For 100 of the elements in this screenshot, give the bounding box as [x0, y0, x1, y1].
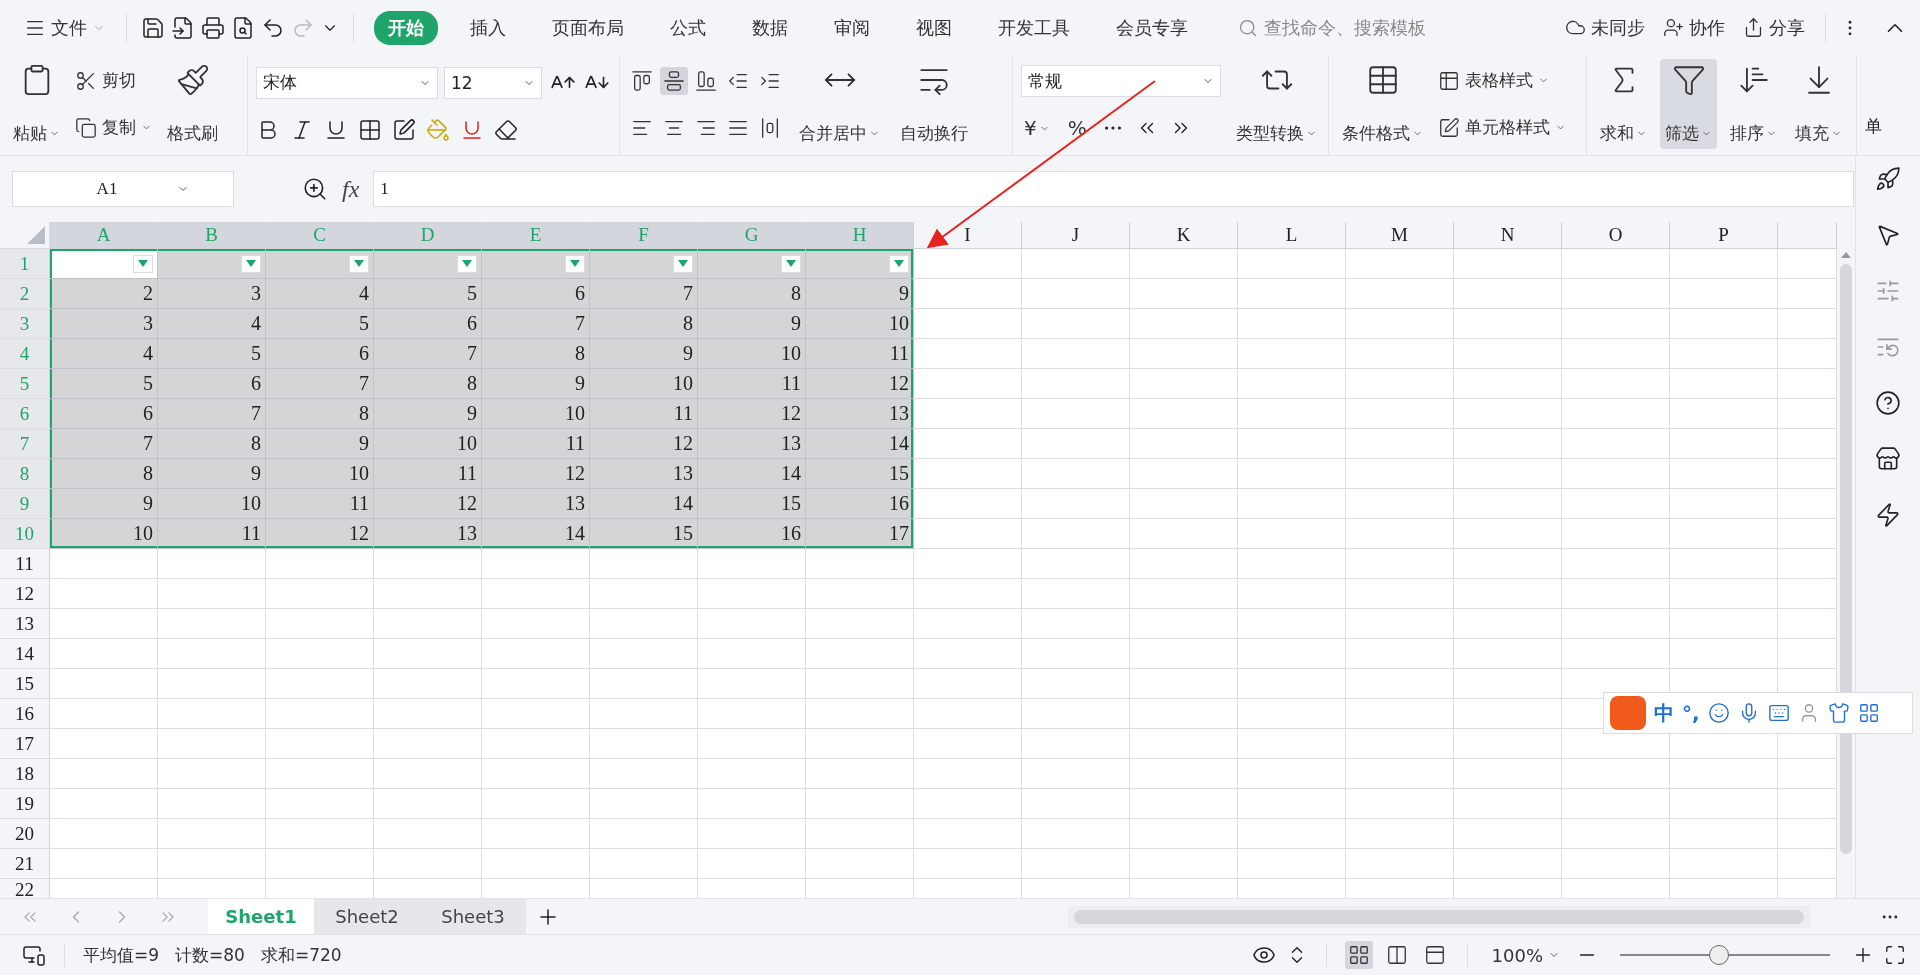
column-header[interactable]: N — [1454, 222, 1562, 249]
row-number[interactable]: 13 — [0, 609, 50, 639]
table-cell: 12 — [374, 489, 482, 519]
table-cell: 6 — [374, 309, 482, 339]
table-cell: 15 — [698, 489, 806, 519]
table-cell: 2 — [50, 279, 158, 309]
function-button[interactable]: fx — [342, 175, 360, 203]
menu-tab[interactable]: 视图 — [902, 10, 966, 45]
table-cell: 13 — [374, 519, 482, 549]
table-cell: 9 — [482, 369, 590, 399]
number-format-field[interactable]: 常规 — [1021, 65, 1221, 97]
table-cell: 14 — [806, 429, 914, 459]
column-header[interactable]: J — [1022, 222, 1130, 249]
punctuation-toggle[interactable]: °, — [1682, 701, 1700, 725]
status-text: 计数=80 — [175, 943, 245, 967]
table-cell: 11 — [374, 459, 482, 489]
table-cell: 6 — [158, 369, 266, 399]
table-cell: 9 — [374, 399, 482, 429]
file-menu[interactable]: 文件 — [18, 11, 112, 44]
row-number[interactable]: 14 — [0, 639, 50, 669]
menu-tab[interactable]: 页面布局 — [538, 10, 638, 45]
format-painter-button[interactable]: 格式刷 — [162, 59, 223, 149]
currency-button[interactable]: ¥ — [1021, 113, 1053, 143]
table-cell: 4 — [50, 339, 158, 369]
row-number[interactable]: 20 — [0, 819, 50, 849]
name-box[interactable]: A1 — [12, 171, 234, 207]
table-cell: 9 — [590, 339, 698, 369]
conditional-format-button[interactable]: 条件格式 — [1337, 59, 1428, 149]
table-cell: 9 — [698, 309, 806, 339]
toolbar-button[interactable]: 协作 — [1657, 11, 1731, 44]
table-cell: 10 — [806, 309, 914, 339]
table-cell: 4 — [266, 279, 374, 309]
table-cell: 12 — [266, 519, 374, 549]
sheet-tab[interactable]: Sheet3 — [420, 899, 526, 934]
convert-type-button[interactable]: 类型转换 — [1231, 59, 1322, 149]
zoom-level-button[interactable]: 100% — [1485, 940, 1566, 970]
toolbar-button[interactable]: 分享 — [1737, 11, 1811, 44]
table-cell: 7 — [158, 399, 266, 429]
table-cell: 15 — [590, 519, 698, 549]
wrap-text-button[interactable]: 自动换行 — [895, 59, 973, 149]
table-cell: 11 — [158, 519, 266, 549]
menu-tab[interactable]: 数据 — [738, 10, 802, 45]
column-header[interactable]: L — [1238, 222, 1346, 249]
table-cell: 7 — [482, 309, 590, 339]
table-cell: 8 — [158, 429, 266, 459]
table-cell: 5 — [50, 369, 158, 399]
merge-center-button[interactable]: 合并居中 — [794, 59, 885, 149]
table-cell: 10 — [158, 489, 266, 519]
paste-button[interactable]: 粘贴 — [8, 59, 65, 149]
formula-field[interactable]: 1 — [373, 171, 1855, 207]
filter-button[interactable]: 筛选 — [1660, 59, 1717, 149]
sheet-tab[interactable]: Sheet2 — [314, 899, 420, 934]
row-number[interactable]: 11 — [0, 549, 50, 579]
table-cell: 7 — [590, 279, 698, 309]
table-cell: 10 — [374, 429, 482, 459]
row-number[interactable]: 22 — [0, 879, 50, 898]
table-cell: 12 — [482, 459, 590, 489]
column-header[interactable]: I — [914, 222, 1022, 249]
cell-style-button[interactable]: 单元格样式 — [1434, 113, 1570, 142]
menu-tab[interactable]: 插入 — [456, 10, 520, 45]
fill-button[interactable]: 填充 — [1790, 59, 1847, 149]
table-cell: 16 — [806, 489, 914, 519]
table-cell: 10 — [590, 369, 698, 399]
table-style-button[interactable]: 表格样式 — [1434, 66, 1570, 95]
table-cell: 14 — [590, 489, 698, 519]
menu-tab[interactable]: 公式 — [656, 10, 720, 45]
menu-tab[interactable]: 会员专享 — [1102, 10, 1202, 45]
column-header[interactable]: K — [1130, 222, 1238, 249]
row-number[interactable]: 18 — [0, 759, 50, 789]
sort-button[interactable]: 排序 — [1725, 59, 1782, 149]
row-number[interactable]: 12 — [0, 579, 50, 609]
table-cell: 9 — [806, 279, 914, 309]
input-mode-toggle[interactable]: 中 — [1654, 699, 1674, 727]
copy-button[interactable]: 复制 — [71, 113, 156, 142]
sum-button[interactable]: 求和 — [1595, 59, 1652, 149]
table-cell: 14 — [482, 519, 590, 549]
table-cell: 11 — [698, 369, 806, 399]
column-header[interactable]: P — [1670, 222, 1778, 249]
row-number[interactable]: 19 — [0, 789, 50, 819]
table-cell: 8 — [266, 399, 374, 429]
row-number[interactable]: 17 — [0, 729, 50, 759]
menu-tab[interactable]: 开发工具 — [984, 10, 1084, 45]
table-cell: 15 — [806, 459, 914, 489]
row-number[interactable]: 21 — [0, 849, 50, 879]
column-header[interactable]: O — [1562, 222, 1670, 249]
table-cell: 8 — [590, 309, 698, 339]
table-cell: 17 — [806, 519, 914, 549]
table-cell: 6 — [266, 339, 374, 369]
row-number[interactable]: 15 — [0, 669, 50, 699]
table-cell: 5 — [374, 279, 482, 309]
cut-button[interactable]: 剪切 — [71, 66, 156, 95]
font-size-field[interactable]: 12 — [444, 66, 542, 99]
menu-tab[interactable]: 审阅 — [820, 10, 884, 45]
row-number[interactable]: 16 — [0, 699, 50, 729]
table-cell: 16 — [698, 519, 806, 549]
font-field[interactable]: 宋体 — [256, 66, 438, 99]
table-cell: 6 — [482, 279, 590, 309]
column-header[interactable]: M — [1346, 222, 1454, 249]
toolbar-button[interactable]: 未同步 — [1559, 11, 1651, 44]
table-cell: 12 — [698, 399, 806, 429]
